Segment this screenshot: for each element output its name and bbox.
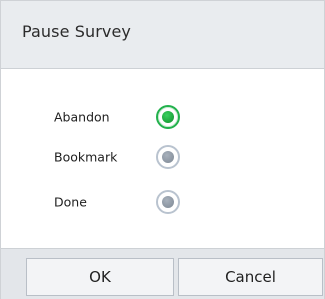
radio-unselected-dot-icon xyxy=(162,151,174,163)
radio-unselected-dot-icon xyxy=(162,196,174,208)
dialog-footer: OK Cancel xyxy=(1,248,324,299)
radio-done[interactable] xyxy=(156,190,180,214)
ok-button[interactable]: OK xyxy=(26,258,174,296)
pause-survey-dialog: Pause Survey Abandon Bookmark Done OK Ca… xyxy=(0,0,325,299)
radio-abandon[interactable] xyxy=(156,105,180,129)
radio-bookmark[interactable] xyxy=(156,145,180,169)
option-label-abandon: Abandon xyxy=(54,109,110,125)
radio-selected-dot-icon xyxy=(162,111,174,123)
option-row-done[interactable]: Done xyxy=(1,182,324,222)
option-row-bookmark[interactable]: Bookmark xyxy=(1,137,324,177)
option-row-abandon[interactable]: Abandon xyxy=(1,97,324,137)
dialog-title: Pause Survey xyxy=(22,22,131,41)
option-label-done: Done xyxy=(54,194,87,210)
dialog-header: Pause Survey xyxy=(1,1,324,69)
option-label-bookmark: Bookmark xyxy=(54,149,118,165)
cancel-button[interactable]: Cancel xyxy=(178,258,323,296)
